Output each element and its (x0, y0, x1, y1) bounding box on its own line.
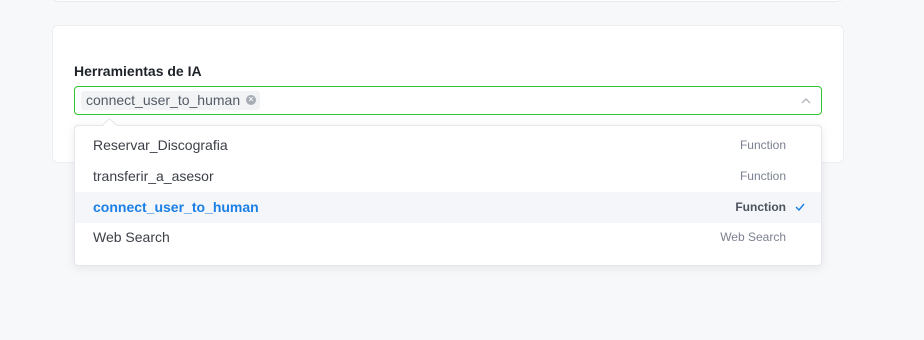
option-web-search[interactable]: Web Search Web Search (75, 222, 821, 253)
ai-tools-label: Herramientas de IA (74, 63, 202, 79)
check-icon (795, 203, 805, 211)
option-type: Web Search (720, 230, 786, 244)
option-transferir-a-asesor[interactable]: transferir_a_asesor Function (75, 161, 821, 192)
option-connect-user-to-human[interactable]: connect_user_to_human Function (75, 192, 821, 223)
selected-tag: connect_user_to_human ✕ (81, 91, 261, 110)
option-type: Function (739, 138, 786, 152)
selected-tag-label: connect_user_to_human (86, 92, 241, 108)
chevron-up-icon[interactable] (801, 96, 811, 106)
option-reservar-discografia[interactable]: Reservar_Discografia Function (75, 130, 821, 161)
option-name: Reservar_Discografia (93, 137, 228, 153)
option-type: Function (739, 169, 786, 183)
previous-card (52, 0, 843, 2)
option-type: Function (735, 200, 786, 214)
option-name: transferir_a_asesor (93, 168, 214, 184)
option-name: connect_user_to_human (93, 199, 259, 215)
option-name: Web Search (93, 229, 170, 245)
close-circle-icon[interactable]: ✕ (246, 95, 257, 105)
ai-tools-select[interactable]: connect_user_to_human ✕ (74, 86, 822, 115)
ai-tools-dropdown: Reservar_Discografia Function transferir… (74, 117, 822, 266)
